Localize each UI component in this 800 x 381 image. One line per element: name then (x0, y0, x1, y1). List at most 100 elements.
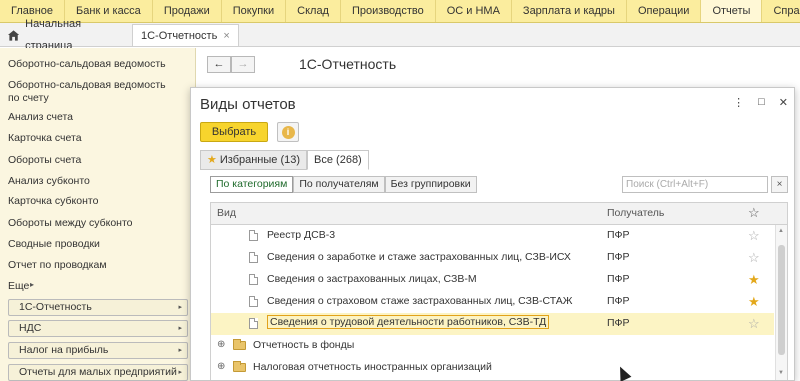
sidebar-link[interactable]: Обороты между субконто (0, 217, 188, 230)
sidebar-section[interactable]: Отчеты для малых предприятий ▸ (8, 364, 188, 381)
sidebar-link[interactable]: Обороты счета (0, 154, 188, 167)
table-row[interactable]: Сведения о страховом стаже застрахованны… (211, 291, 774, 313)
folder-icon (233, 361, 246, 372)
sidebar-link[interactable]: Отчет по проводкам (0, 259, 188, 272)
favorite-star-icon[interactable]: ☆ (748, 250, 760, 266)
favorite-star-icon[interactable]: ☆ (748, 228, 760, 244)
table-scrollbar[interactable]: ▲ ▼ (775, 225, 787, 380)
tab-favorites-label: Избранные (13) (219, 154, 301, 166)
sidebar-section[interactable]: 1С-Отчетность ▸ (8, 299, 188, 316)
menu-item-3[interactable]: Покупки (222, 0, 287, 22)
scrollbar-thumb[interactable] (778, 245, 785, 355)
report-receiver: ПФР (607, 295, 630, 307)
menu-item-6[interactable]: ОС и НМА (436, 0, 512, 22)
menu-item-7[interactable]: Зарплата и кадры (512, 0, 627, 22)
menu-item-8[interactable]: Операции (627, 0, 702, 22)
column-name-header[interactable]: Вид (217, 207, 236, 219)
dialog-tabs: ★ Избранные (13) Все (268) (200, 150, 369, 170)
clear-search-button[interactable]: × (771, 176, 788, 193)
document-icon (249, 230, 258, 241)
dialog-title: Виды отчетов (200, 96, 296, 113)
report-name: Сведения о заработке и стаже застрахован… (267, 251, 571, 263)
sidebar-section-label: НДС (19, 322, 42, 334)
select-button[interactable]: Выбрать (200, 122, 268, 142)
nav-buttons: ← → (207, 56, 255, 73)
tab-home[interactable]: Начальная страница (0, 18, 132, 52)
sidebar-section-label: Налог на прибыль (19, 344, 109, 356)
back-button[interactable]: ← (207, 56, 231, 73)
document-icon (249, 318, 258, 329)
tab-favorites[interactable]: ★ Избранные (13) (200, 150, 308, 170)
favorite-star-icon[interactable]: ☆ (748, 316, 760, 332)
info-button[interactable]: i (277, 122, 299, 142)
dialog-controls: ⋮ □ ✕ (733, 96, 788, 109)
folder-row[interactable]: ⊕ Налоговая отчетность иностранных органи… (211, 357, 774, 379)
tab-all[interactable]: Все (268) (307, 150, 369, 170)
favorite-star-icon[interactable]: ★ (748, 294, 760, 310)
more-icon[interactable]: ⋮ (733, 96, 744, 109)
menu-item-4[interactable]: Склад (286, 0, 341, 22)
expand-arrow-icon: ▸ (178, 325, 182, 332)
sidebar-link[interactable]: Сводные проводки (0, 238, 188, 251)
folder-icon (233, 339, 246, 350)
sidebar-link[interactable]: Карточка субконто (0, 195, 188, 208)
scroll-up-icon[interactable]: ▲ (778, 228, 784, 234)
document-icon (249, 274, 258, 285)
scroll-down-icon[interactable]: ▼ (778, 370, 784, 376)
group-by-receiver-button[interactable]: По получателям (293, 176, 385, 193)
info-icon: i (281, 125, 295, 139)
sidebar-link[interactable]: Еще (0, 280, 188, 293)
sidebar-section-label: 1С-Отчетность (19, 301, 92, 313)
expand-plus-icon[interactable]: ⊕ (217, 361, 225, 372)
favorite-star-icon[interactable]: ☆ (748, 205, 760, 221)
table-row[interactable]: Сведения о трудовой деятельности работни… (211, 313, 774, 335)
expand-arrow-icon: ▸ (178, 304, 182, 311)
tab-1c-reporting-label: 1С-Отчетность (141, 29, 218, 42)
sidebar: Оборотно-сальдовая ведомость Оборотно-сал… (0, 48, 196, 381)
sidebar-link[interactable]: Анализ субконто (0, 175, 188, 188)
grouping-buttons: По категориям По получателям Без группир… (210, 176, 477, 193)
expand-arrow-icon: ▸ (178, 369, 182, 376)
folder-row[interactable]: ⊕ Отчетность в фонды (211, 335, 774, 357)
group-by-category-button[interactable]: По категориям (210, 176, 294, 193)
menu-item-2[interactable]: Продажи (153, 0, 222, 22)
report-name: Сведения о страховом стаже застрахованны… (267, 295, 573, 307)
table-row[interactable]: Сведения о застрахованных лицах, СЗВ-М ПФ… (211, 269, 774, 291)
no-grouping-button[interactable]: Без группировки (384, 176, 477, 193)
report-receiver: ПФР (607, 229, 630, 241)
table-row[interactable]: Сведения о заработке и стаже застрахован… (211, 247, 774, 269)
report-types-dialog: Виды отчетов ⋮ □ ✕ Выбрать i ★ Избранные… (190, 87, 795, 381)
expand-arrow-icon: ▸ (178, 347, 182, 354)
sidebar-link[interactable]: Карточка счета (0, 132, 188, 145)
sidebar-section[interactable]: Налог на прибыль ▸ (8, 342, 188, 359)
page-title: 1С-Отчетность (299, 56, 397, 72)
table-header: Вид Получатель ☆ (211, 203, 787, 225)
sidebar-section[interactable]: НДС ▸ (8, 320, 188, 337)
report-types-table: Вид Получатель ☆ Реестр ДСВ-3 ПФР ☆ Сведени… (210, 202, 788, 380)
document-icon (249, 252, 258, 263)
tab-1c-reporting[interactable]: 1С-Отчетность × (132, 24, 239, 46)
folder-name: Налоговая отчетность иностранных организ… (253, 361, 492, 373)
search-input[interactable]: Поиск (Ctrl+Alt+F) (622, 176, 768, 193)
close-icon[interactable]: ✕ (779, 96, 788, 109)
tab-all-label: Все (268) (314, 154, 362, 166)
sidebar-link[interactable]: Оборотно-сальдовая ведомость (0, 58, 188, 71)
table-row[interactable]: Реестр ДСВ-3 ПФР ☆ (211, 225, 774, 247)
tabs-bar: Начальная страница 1С-Отчетность × (0, 18, 800, 52)
close-icon[interactable]: × (223, 25, 229, 47)
menu-item-9[interactable]: Отчеты (701, 0, 763, 22)
document-icon (249, 296, 258, 307)
maximize-icon[interactable]: □ (758, 96, 765, 109)
report-receiver: ПФР (607, 251, 630, 263)
forward-button[interactable]: → (231, 56, 255, 73)
report-name: Реестр ДСВ-3 (267, 229, 336, 241)
sidebar-link[interactable]: Анализ счета (0, 111, 188, 124)
expand-plus-icon[interactable]: ⊕ (217, 339, 225, 350)
folder-name: Отчетность в фонды (253, 339, 355, 351)
menu-item-5[interactable]: Производство (341, 0, 436, 22)
favorite-star-icon[interactable]: ★ (748, 272, 760, 288)
column-receiver-header[interactable]: Получатель (607, 207, 664, 219)
sidebar-link[interactable]: Оборотно-сальдовая ведомость по счету (0, 79, 188, 105)
menu-item-10[interactable]: Справочни (762, 0, 800, 22)
report-name: Сведения о застрахованных лицах, СЗВ-М (267, 273, 477, 285)
